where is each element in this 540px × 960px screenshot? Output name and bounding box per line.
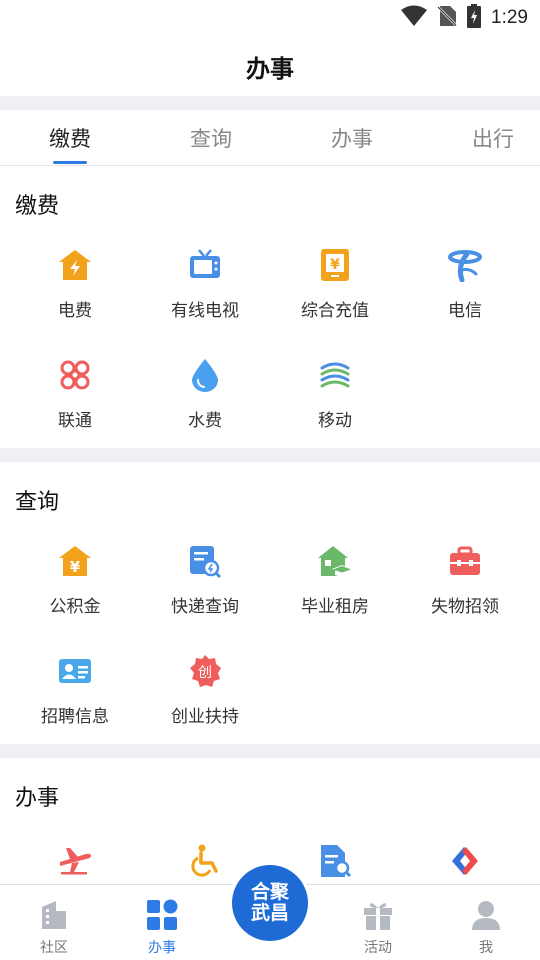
section-payment: 缴费 电费 有线电视 ¥ 综合充值 电信 联通 水费 移动 xyxy=(0,166,540,448)
title-bar: 办事 xyxy=(0,36,540,96)
grid-item-label: 水费 xyxy=(188,411,222,431)
tab-query[interactable]: 查询 xyxy=(156,110,266,166)
nav-me[interactable]: 我 xyxy=(432,885,540,960)
grid-item-label: 移动 xyxy=(318,411,352,431)
grid-item-mobile[interactable]: 移动 xyxy=(270,358,400,448)
unicom-icon xyxy=(58,358,92,392)
grid-item-label: 电费 xyxy=(58,301,92,321)
telecom-icon xyxy=(448,248,482,283)
badge-line-2: 武昌 xyxy=(250,902,289,924)
grid-item-recruitment[interactable]: 招聘信息 xyxy=(10,654,140,744)
nav-label: 社区 xyxy=(40,940,68,956)
section-query: 查询 ¥ 公积金 快递查询 毕业租房 失物招领 招聘信息 创 创业扶持 xyxy=(0,462,540,744)
battery-charging-icon xyxy=(467,4,482,32)
status-bar: 1:29 xyxy=(0,0,540,36)
svg-text:¥: ¥ xyxy=(70,558,81,576)
mobile-icon xyxy=(318,358,352,392)
section-title: 查询 xyxy=(15,490,60,515)
grid-item-label: 快递查询 xyxy=(171,597,239,617)
tab-label: 出行 xyxy=(472,127,514,151)
page-title: 办事 xyxy=(246,54,294,83)
grid-item-label: 综合充值 xyxy=(301,301,369,321)
user-icon xyxy=(470,899,502,931)
airplane-icon xyxy=(58,844,92,878)
community-icon xyxy=(38,899,70,931)
grid-item-label: 公积金 xyxy=(49,597,101,617)
grid-item-recharge[interactable]: ¥ 综合充值 xyxy=(270,248,400,338)
tab-label: 查询 xyxy=(190,127,232,151)
divider xyxy=(0,744,540,758)
center-badge: 合聚 武昌 xyxy=(232,865,308,941)
grid-item-unicom[interactable]: 联通 xyxy=(10,358,140,448)
grid-item-label: 电信 xyxy=(448,301,482,321)
tab-affairs[interactable]: 办事 xyxy=(297,110,407,166)
grid-item-housing-fund[interactable]: ¥ 公积金 xyxy=(10,544,140,634)
no-sim-icon xyxy=(437,5,457,31)
document-search-icon xyxy=(318,844,352,878)
tab-travel[interactable]: 出行 xyxy=(438,110,540,166)
id-card-icon xyxy=(58,654,92,688)
tab-label: 办事 xyxy=(331,127,373,151)
railway-icon xyxy=(448,844,482,878)
grid-item-cable-tv[interactable]: 有线电视 xyxy=(140,248,270,338)
graduate-house-icon xyxy=(318,544,352,578)
divider xyxy=(0,96,540,110)
tab-indicator xyxy=(53,161,87,164)
grid-item-water[interactable]: 水费 xyxy=(140,358,270,448)
grid-item-graduate-rent[interactable]: 毕业租房 xyxy=(270,544,400,634)
status-time: 1:29 xyxy=(491,7,528,28)
grid-item-railway[interactable] xyxy=(400,844,530,884)
grid-item-label: 有线电视 xyxy=(171,301,239,321)
express-search-icon xyxy=(188,544,222,579)
grid-item-startup[interactable]: 创 创业扶持 xyxy=(140,654,270,744)
badge-line-1: 合聚 xyxy=(250,881,289,903)
nav-label: 办事 xyxy=(148,940,176,956)
nav-services[interactable]: 办事 xyxy=(108,885,216,960)
wifi-icon xyxy=(401,5,428,31)
startup-badge-icon: 创 xyxy=(188,654,222,688)
grid-item-electricity[interactable]: 电费 xyxy=(10,248,140,338)
tv-icon xyxy=(188,248,222,282)
tab-label: 缴费 xyxy=(49,127,91,151)
toolbox-icon xyxy=(448,544,482,578)
grid-item-label: 招聘信息 xyxy=(41,707,109,727)
section-title: 缴费 xyxy=(15,194,60,219)
divider xyxy=(0,448,540,462)
svg-text:¥: ¥ xyxy=(330,257,340,273)
svg-text:创: 创 xyxy=(198,665,212,681)
tab-bar: 缴费 查询 办事 出行 xyxy=(0,110,540,166)
grid-item-label: 毕业租房 xyxy=(301,597,369,617)
grid-item-express[interactable]: 快递查询 xyxy=(140,544,270,634)
water-drop-icon xyxy=(188,358,222,392)
section-title: 办事 xyxy=(15,786,60,811)
recharge-icon: ¥ xyxy=(318,248,352,282)
grid-item-label: 创业扶持 xyxy=(171,707,239,727)
grid-item-label: 联通 xyxy=(58,411,92,431)
housing-fund-icon: ¥ xyxy=(58,544,92,578)
center-home-button[interactable]: 合聚 武昌 xyxy=(229,862,311,944)
grid-item-telecom[interactable]: 电信 xyxy=(400,248,530,338)
grid-item-lost-found[interactable]: 失物招领 xyxy=(400,544,530,634)
grid-item-label: 失物招领 xyxy=(431,597,499,617)
nav-community[interactable]: 社区 xyxy=(0,885,108,960)
electricity-icon xyxy=(58,248,92,282)
grid-item-flight[interactable] xyxy=(10,844,140,884)
gift-icon xyxy=(362,899,394,931)
tab-payment[interactable]: 缴费 xyxy=(15,110,125,166)
nav-activities[interactable]: 活动 xyxy=(324,885,432,960)
services-grid-icon xyxy=(146,899,178,931)
nav-label: 我 xyxy=(479,940,493,956)
nav-label: 活动 xyxy=(364,940,392,956)
wheelchair-icon xyxy=(188,844,222,878)
